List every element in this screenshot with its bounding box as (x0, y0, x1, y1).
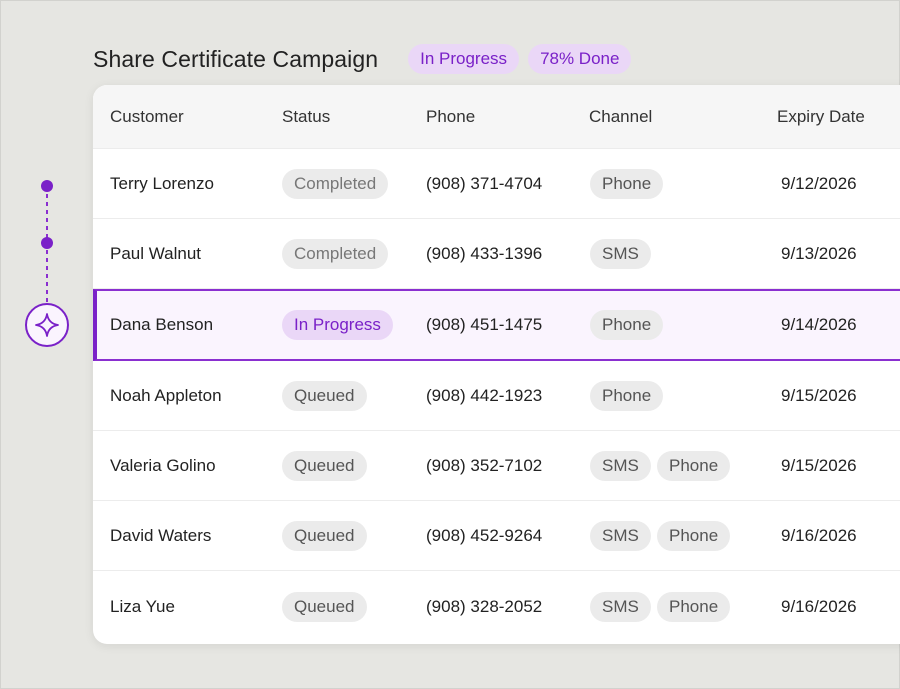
table-row[interactable]: Liza Yue Queued (908) 328-2052 SMS Phone… (93, 572, 900, 642)
status-badge: Queued (282, 592, 367, 622)
channel-badge: Phone (590, 310, 664, 340)
channel-badge: Phone (657, 450, 731, 481)
channel-badge: Phone (657, 520, 731, 551)
campaign-header: Share Certificate Campaign In Progress 7… (93, 40, 640, 78)
expiry-date: 9/12/2026 (781, 173, 857, 193)
page-title: Share Certificate Campaign (93, 45, 379, 72)
status-badge: Completed (282, 168, 389, 199)
customer-name: Valeria Golino (110, 455, 216, 475)
status-badge: In Progress (282, 310, 393, 340)
customer-name: Paul Walnut (110, 243, 202, 263)
phone-number: (908) 371-4704 (426, 173, 543, 193)
phone-number: (908) 442-1923 (426, 385, 543, 405)
customer-table: Customer Status Phone Channel Expiry Dat… (93, 85, 900, 644)
table-row[interactable]: Valeria Golino Queued (908) 352-7102 SMS… (93, 431, 900, 501)
expiry-date: 9/15/2026 (781, 455, 857, 475)
expiry-date: 9/16/2026 (781, 597, 857, 616)
channel-badge: Phone (590, 380, 664, 411)
customer-name: Liza Yue (110, 597, 175, 616)
table-row[interactable]: Terry Lorenzo Completed (908) 371-4704 P… (93, 149, 900, 219)
table-row[interactable]: Noah Appleton Queued (908) 442-1923 Phon… (93, 361, 900, 431)
channel-badge: SMS (590, 520, 651, 551)
status-badge: Completed (282, 238, 389, 269)
column-header-channel[interactable]: Channel (589, 107, 652, 127)
timeline-current-marker (25, 303, 69, 347)
status-badge: Queued (282, 520, 367, 551)
customer-name: Terry Lorenzo (110, 173, 214, 193)
table-row[interactable]: David Waters Queued (908) 452-9264 SMS P… (93, 501, 900, 571)
customer-name: David Waters (110, 525, 212, 545)
column-header-status[interactable]: Status (282, 107, 330, 127)
progress-timeline (25, 180, 69, 347)
timeline-dot-completed (41, 180, 53, 192)
expiry-date: 9/15/2026 (781, 385, 857, 405)
campaign-progress-badge: 78% Done (528, 44, 632, 74)
table-row[interactable]: Paul Walnut Completed (908) 433-1396 SMS… (93, 219, 900, 289)
campaign-status-badge: In Progress (408, 44, 520, 74)
column-header-expiry-date[interactable]: Expiry Date (777, 107, 865, 127)
table-row-selected[interactable]: Dana Benson In Progress (908) 451-1475 P… (93, 289, 900, 361)
status-badge: Queued (282, 380, 367, 411)
table-header: Customer Status Phone Channel Expiry Dat… (93, 85, 900, 149)
phone-number: (908) 352-7102 (426, 455, 543, 475)
timeline-dot-completed (41, 237, 53, 249)
phone-number: (908) 452-9264 (426, 525, 543, 545)
channel-badge: SMS (590, 592, 651, 622)
channel-badge: SMS (590, 238, 651, 269)
expiry-date: 9/14/2026 (781, 315, 857, 334)
channel-badge: Phone (657, 592, 731, 622)
status-badge: Queued (282, 450, 367, 481)
column-header-customer[interactable]: Customer (110, 107, 184, 127)
phone-number: (908) 328-2052 (426, 597, 543, 616)
expiry-date: 9/13/2026 (781, 243, 857, 263)
column-header-phone[interactable]: Phone (426, 107, 475, 127)
phone-number: (908) 451-1475 (426, 315, 543, 334)
channel-badge: Phone (590, 168, 664, 199)
customer-name: Noah Appleton (110, 385, 222, 405)
phone-number: (908) 433-1396 (426, 243, 543, 263)
expiry-date: 9/16/2026 (781, 525, 857, 545)
customer-name: Dana Benson (110, 315, 214, 334)
channel-badge: SMS (590, 450, 651, 481)
